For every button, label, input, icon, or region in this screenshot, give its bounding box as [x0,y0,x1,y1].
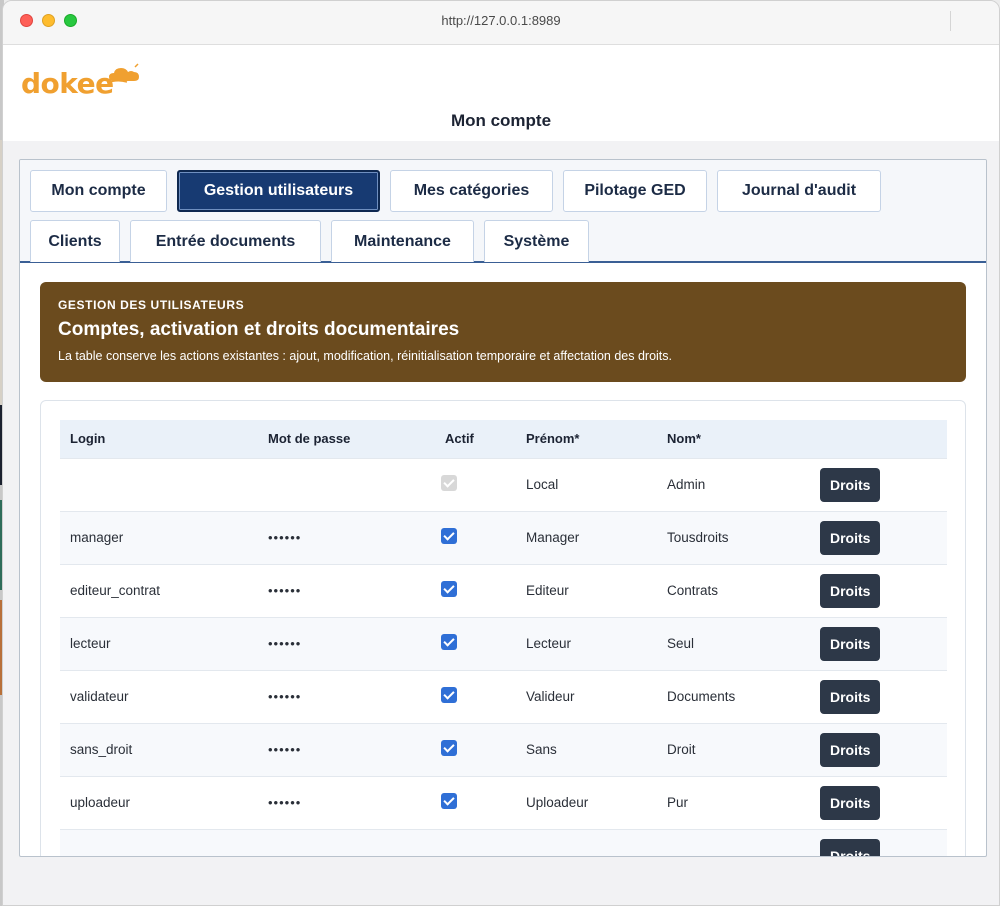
cell-password[interactable]: •••••• [258,564,435,617]
tab-maintenance[interactable]: Maintenance [331,220,474,262]
cell-lastname[interactable]: Pur [657,776,810,829]
cell-firstname[interactable]: Manager [516,511,657,564]
tab-mon-compte[interactable]: Mon compte [30,170,167,212]
cell-lastname[interactable]: Seul [657,617,810,670]
active-checkbox-disabled [441,475,457,491]
cell-firstname[interactable]: Uploadeur [516,776,657,829]
banner-description: La table conserve les actions existantes… [58,349,672,363]
logo-text: dokee [21,67,114,100]
active-checkbox[interactable] [441,740,457,756]
tab-pilotage-ged[interactable]: Pilotage GED [563,170,707,212]
cloud-logo-icon [107,63,139,84]
banner-kicker: GESTION DES UTILISATEURS [58,298,245,312]
cell-login[interactable]: lecteur [60,617,258,670]
table-row: sans_droit •••••• Sans Droit Droits [60,723,947,776]
droits-button[interactable]: Droits [820,785,881,820]
cell-firstname[interactable]: Editeur [516,564,657,617]
droits-button[interactable]: Droits [820,732,881,767]
tab-gestion-utilisateurs[interactable]: Gestion utilisateurs [177,170,380,212]
cell-login[interactable]: sans_droit [60,723,258,776]
cell-password[interactable]: •••••• [258,723,435,776]
cell-lastname: Admin [667,477,706,492]
column-header-firstname: Prénom* [526,431,580,447]
titlebar-divider [950,11,951,31]
users-table: Login Mot de passe Actif Prénom* Nom* Lo… [60,420,947,856]
droits-button[interactable]: Droits [820,573,881,608]
cell-login[interactable] [60,829,258,856]
browser-titlebar: http://127.0.0.1:8989 [3,1,999,45]
main-panel: Mon compte Gestion utilisateurs Mes caté… [19,159,987,857]
dokee-logo[interactable]: dokee [21,63,151,103]
cell-firstname: Local [526,477,559,492]
browser-window: http://127.0.0.1:8989 dokee Mon compte M… [2,0,1000,906]
cell-password[interactable]: •••••• [258,776,435,829]
page-title: Mon compte [450,111,552,130]
table-row: lecteur •••••• Lecteur Seul Droits [60,617,947,670]
app-header: dokee Mon compte [3,45,999,141]
droits-button[interactable]: Droits [820,626,881,661]
tab-clients[interactable]: Clients [30,220,120,262]
cell-login[interactable]: editeur_contrat [60,564,258,617]
cell-login[interactable]: validateur [60,670,258,723]
column-header-active: Actif [445,431,474,447]
cell-lastname[interactable]: Contrats [657,564,810,617]
cell-password[interactable]: •••••• [258,670,435,723]
cell-firstname[interactable] [516,829,657,856]
tab-journal-audit[interactable]: Journal d'audit [717,170,881,212]
table-row: manager •••••• Manager Tousdroits Droits [60,511,947,564]
active-checkbox[interactable] [441,634,457,650]
cell-password[interactable]: •••••• [258,511,435,564]
table-row: editeur_contrat •••••• Editeur Contrats … [60,564,947,617]
cell-lastname[interactable]: Tousdroits [657,511,810,564]
column-header-login: Login [70,431,106,447]
cell-login[interactable]: uploadeur [60,776,258,829]
section-banner: GESTION DES UTILISATEURS Comptes, activa… [40,282,966,382]
droits-button[interactable]: Droits [820,467,881,502]
droits-button[interactable]: Droits [820,679,881,714]
address-bar-url[interactable]: http://127.0.0.1:8989 [3,13,999,28]
cell-lastname[interactable]: Droit [657,723,810,776]
tab-mes-categories[interactable]: Mes catégories [390,170,553,212]
cell-password[interactable]: •••••• [258,617,435,670]
column-header-password: Mot de passe [268,431,351,447]
table-row: validateur •••••• Valideur Documents Dro… [60,670,947,723]
banner-title: Comptes, activation et droits documentai… [58,319,460,340]
cell-login[interactable]: manager [60,511,258,564]
table-row: Droits [60,829,947,856]
cell-firstname[interactable]: Sans [516,723,657,776]
cell-password[interactable] [258,829,435,856]
cell-login [60,458,258,511]
column-header-actions [810,420,947,458]
table-row: Local Admin Droits [60,458,947,511]
cell-password [258,458,435,511]
droits-button[interactable]: Droits [820,838,881,856]
tab-systeme[interactable]: Système [484,220,589,262]
tab-bar: Mon compte Gestion utilisateurs Mes caté… [20,160,986,263]
active-checkbox[interactable] [441,687,457,703]
table-header-row: Login Mot de passe Actif Prénom* Nom* [60,420,947,458]
droits-button[interactable]: Droits [820,520,881,555]
tab-entree-documents[interactable]: Entrée documents [130,220,321,262]
users-table-card: Login Mot de passe Actif Prénom* Nom* Lo… [40,400,966,856]
cell-lastname[interactable]: Documents [657,670,810,723]
active-checkbox[interactable] [441,793,457,809]
active-checkbox[interactable] [441,581,457,597]
cell-firstname[interactable]: Valideur [516,670,657,723]
active-checkbox[interactable] [441,528,457,544]
table-row: uploadeur •••••• Uploadeur Pur Droits [60,776,947,829]
cell-lastname[interactable] [657,829,810,856]
column-header-lastname: Nom* [667,431,701,447]
cell-firstname[interactable]: Lecteur [516,617,657,670]
